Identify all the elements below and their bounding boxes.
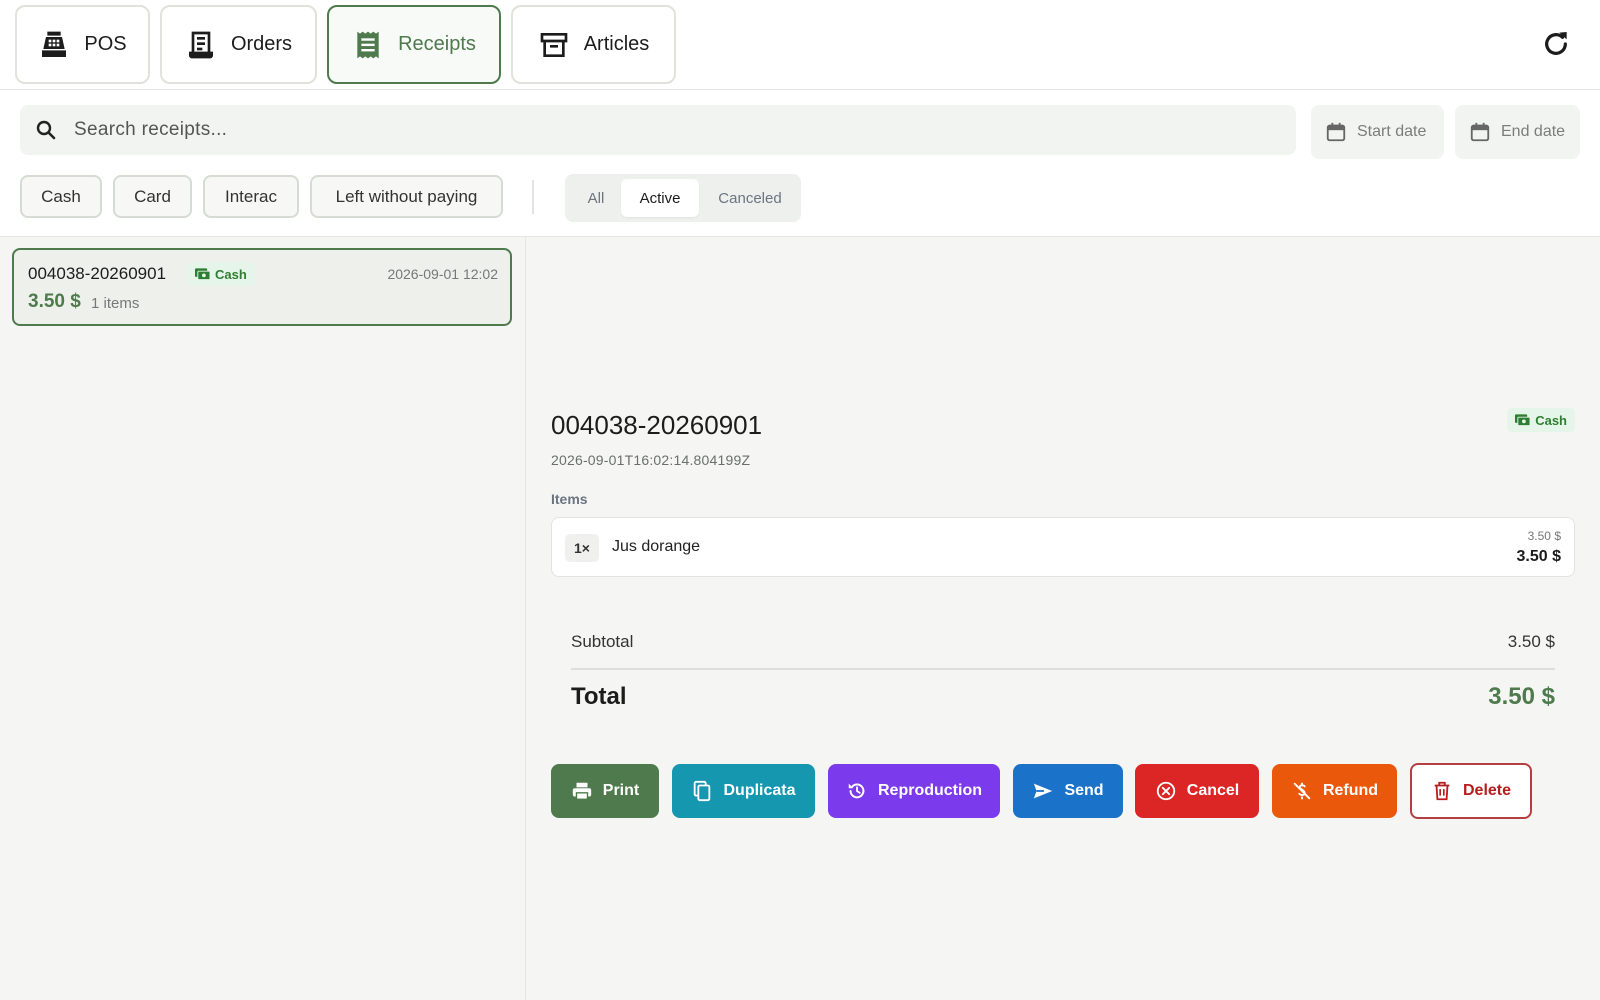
status-active[interactable]: Active bbox=[621, 179, 699, 217]
cash-icon bbox=[1515, 414, 1531, 426]
receipt-items-count: 1 items bbox=[91, 295, 140, 312]
receipt-date: 2026-09-01 12:02 bbox=[387, 266, 498, 282]
receipt-detail: 004038-20260901 Cash 2026-09-01T16:02:14… bbox=[527, 237, 1600, 1000]
receipt-list: 004038-20260901 Cash 2026-09-01 12:02 3.… bbox=[0, 237, 526, 1000]
filter-chip-card[interactable]: Card bbox=[113, 175, 192, 218]
print-button[interactable]: Print bbox=[551, 764, 659, 818]
status-all[interactable]: All bbox=[571, 179, 621, 217]
search-icon bbox=[36, 120, 56, 140]
duplicata-button[interactable]: Duplicata bbox=[672, 764, 815, 818]
item-line-total: 3.50 $ bbox=[1516, 548, 1561, 565]
order-receipt-icon bbox=[188, 31, 213, 58]
tab-receipts-label: Receipts bbox=[398, 33, 476, 55]
refresh-icon[interactable] bbox=[1540, 28, 1572, 60]
receipt-list-item[interactable]: 004038-20260901 Cash 2026-09-01 12:02 3.… bbox=[12, 248, 512, 326]
subtotal-label: Subtotal bbox=[571, 632, 634, 651]
end-date-button[interactable]: End date bbox=[1455, 105, 1580, 159]
history-icon bbox=[848, 783, 865, 799]
calendar-icon bbox=[1470, 122, 1490, 142]
receipt-detail-number: 004038-20260901 bbox=[551, 410, 763, 440]
end-date-label: End date bbox=[1501, 123, 1566, 140]
item-unit-price: 3.50 $ bbox=[1527, 529, 1561, 543]
refund-label: Refund bbox=[1322, 782, 1379, 799]
payment-badge: Cash bbox=[187, 262, 255, 286]
archive-box-icon bbox=[540, 32, 568, 57]
refund-button[interactable]: Refund bbox=[1272, 764, 1397, 818]
cash-register-icon bbox=[42, 31, 67, 57]
payment-badge: Cash bbox=[1507, 408, 1575, 432]
line-item: 1× Jus dorange 3.50 $ 3.50 $ bbox=[551, 517, 1575, 577]
totals-divider bbox=[571, 668, 1555, 670]
filter-divider bbox=[532, 180, 534, 214]
send-label: Send bbox=[1064, 782, 1104, 799]
items-heading: Items bbox=[551, 491, 588, 507]
item-name: Jus dorange bbox=[612, 538, 701, 555]
status-canceled[interactable]: Canceled bbox=[703, 179, 797, 217]
total-value: 3.50 $ bbox=[1488, 683, 1555, 710]
start-date-button[interactable]: Start date bbox=[1311, 105, 1444, 159]
search-input[interactable] bbox=[74, 119, 1224, 141]
cancel-button[interactable]: Cancel bbox=[1135, 764, 1259, 818]
status-segmented-control: All Active Canceled bbox=[565, 174, 801, 222]
printer-icon bbox=[572, 782, 591, 800]
top-navigation: POS Orders Receipts Articles bbox=[0, 0, 1600, 90]
receipt-timestamp: 2026-09-01T16:02:14.804199Z bbox=[551, 452, 751, 468]
item-quantity: 1× bbox=[565, 534, 599, 562]
filter-bar: Start date End date Cash Card Interac Le… bbox=[0, 90, 1600, 237]
receipt-number: 004038-20260901 bbox=[28, 264, 167, 283]
print-label: Print bbox=[602, 782, 640, 799]
start-date-label: Start date bbox=[1357, 123, 1427, 140]
reproduction-button[interactable]: Reproduction bbox=[828, 764, 1000, 818]
trash-icon bbox=[1434, 781, 1450, 801]
cancel-circle-icon bbox=[1156, 781, 1175, 801]
filter-chip-cash[interactable]: Cash bbox=[20, 175, 102, 218]
calendar-icon bbox=[1326, 122, 1346, 142]
delete-label: Delete bbox=[1462, 782, 1512, 799]
cancel-label: Cancel bbox=[1186, 782, 1240, 799]
money-off-icon bbox=[1293, 782, 1311, 800]
tab-articles[interactable]: Articles bbox=[511, 5, 676, 84]
duplicata-label: Duplicata bbox=[723, 782, 796, 799]
filter-chip-left-without-paying[interactable]: Left without paying bbox=[310, 175, 503, 218]
receipt-long-icon bbox=[357, 31, 379, 58]
reproduction-label: Reproduction bbox=[878, 782, 982, 799]
search-box[interactable] bbox=[20, 105, 1296, 155]
subtotal-value: 3.50 $ bbox=[1507, 632, 1555, 651]
receipt-amount: 3.50 $ bbox=[28, 291, 81, 312]
total-label: Total bbox=[571, 683, 627, 710]
copy-icon bbox=[694, 780, 711, 802]
send-button[interactable]: Send bbox=[1013, 764, 1123, 818]
tab-orders[interactable]: Orders bbox=[160, 5, 317, 84]
tab-pos[interactable]: POS bbox=[15, 5, 150, 84]
payment-badge-label: Cash bbox=[1535, 412, 1567, 428]
tab-receipts[interactable]: Receipts bbox=[327, 5, 501, 84]
tab-articles-label: Articles bbox=[583, 33, 650, 55]
tab-orders-label: Orders bbox=[230, 33, 293, 55]
tab-pos-label: POS bbox=[84, 33, 127, 55]
filter-chip-interac[interactable]: Interac bbox=[203, 175, 299, 218]
payment-badge-label: Cash bbox=[215, 266, 247, 282]
cash-icon bbox=[195, 268, 210, 280]
delete-button[interactable]: Delete bbox=[1410, 763, 1532, 819]
send-icon bbox=[1034, 783, 1053, 799]
